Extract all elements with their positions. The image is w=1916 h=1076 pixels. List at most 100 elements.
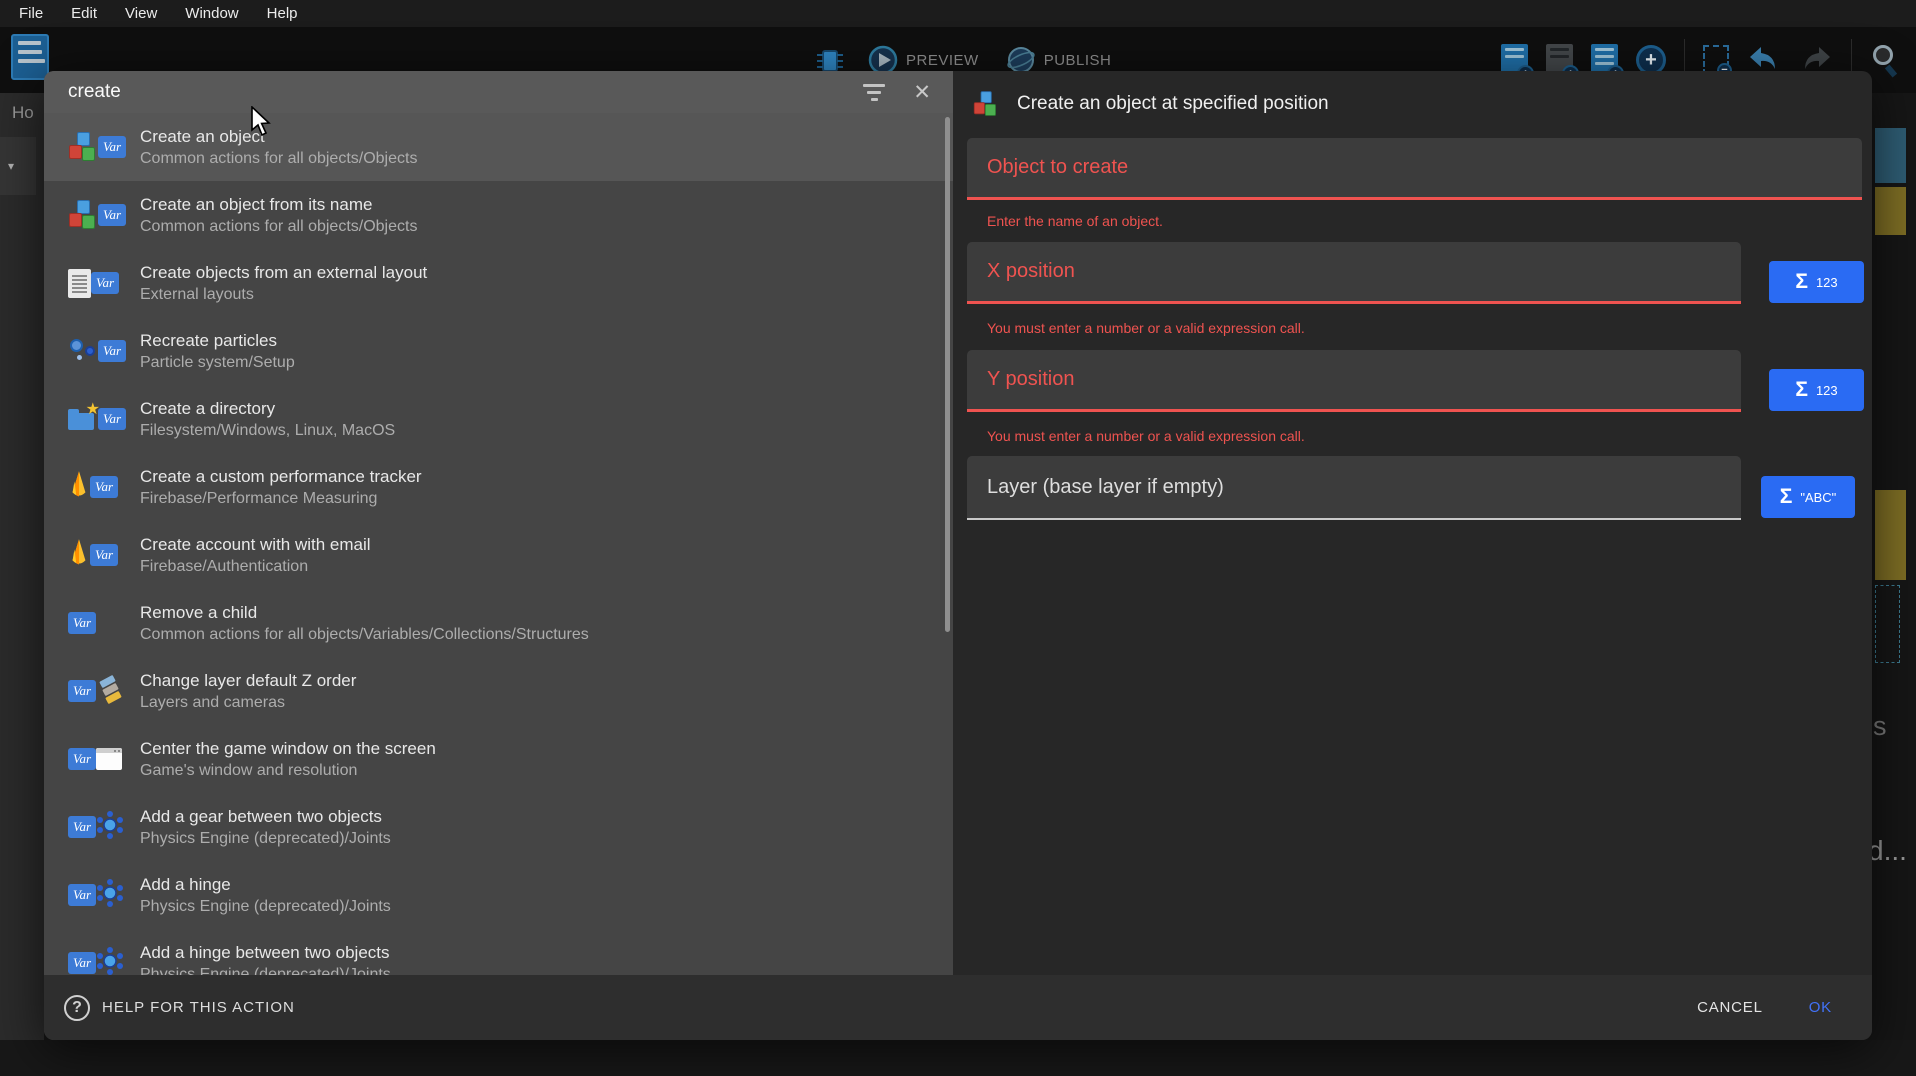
help-link[interactable]: ? HELP FOR THIS ACTION: [64, 995, 295, 1021]
action-list-item[interactable]: ★ Var Ad: [44, 793, 953, 861]
action-item-icon: ★ Var: [68, 200, 140, 230]
action-item-subtitle: Common actions for all objects/Objects: [140, 218, 417, 236]
physics-joint-icon: [96, 947, 124, 976]
action-item-subtitle: Firebase/Performance Measuring: [140, 490, 422, 508]
action-item-title: Center the game window on the screen: [140, 739, 436, 759]
action-list-item[interactable]: ★ Var Re: [44, 589, 953, 657]
action-item-icon: ★ Var: [68, 947, 140, 976]
action-item-subtitle: Physics Engine (deprecated)/Joints: [140, 966, 391, 976]
action-list-item[interactable]: ★ Var Ad: [44, 929, 953, 975]
action-item-title: Create an object: [140, 127, 417, 147]
action-item-subtitle: Game's window and resolution: [140, 762, 436, 780]
action-list-item[interactable]: ★ Var Cr: [44, 385, 953, 453]
action-results-list: ★ Var Cr: [44, 113, 953, 975]
help-icon: ?: [64, 995, 90, 1021]
background-left-panel: Ho ▾: [0, 93, 44, 1040]
action-item-icon: ★ Var: [68, 811, 140, 844]
cancel-button[interactable]: CANCEL: [1697, 999, 1763, 1016]
background-object-fragment: [1875, 187, 1906, 235]
action-list-item[interactable]: ★ Var Ad: [44, 861, 953, 929]
action-item-subtitle: External layouts: [140, 286, 427, 304]
action-item-title: Create a custom performance tracker: [140, 467, 422, 487]
filter-icon[interactable]: [863, 84, 885, 101]
background-scrollbar-fragment: [1875, 128, 1906, 183]
background-text-fragment: d...: [1868, 835, 1907, 867]
object-field-helper: Enter the name of an object.: [987, 213, 1163, 229]
ok-button[interactable]: OK: [1809, 999, 1832, 1016]
x-field-error: You must enter a number or a valid expre…: [987, 320, 1305, 336]
action-item-title: Add a hinge: [140, 875, 391, 895]
menu-item[interactable]: Window: [171, 5, 252, 22]
close-icon[interactable]: ✕: [913, 82, 931, 103]
action-item-subtitle: Common actions for all objects/Objects: [140, 150, 417, 168]
x-expression-button[interactable]: Σ123: [1769, 261, 1864, 303]
action-list-item[interactable]: ★ Var Ce: [44, 725, 953, 793]
action-list-item[interactable]: ★ Var Cr: [44, 113, 953, 181]
menu-bar: FileEditViewWindowHelp: [0, 0, 1916, 27]
action-item-icon: ★ Var: [68, 405, 140, 433]
instruction-editor-dialog: create ✕ ★ Var: [44, 71, 1872, 1040]
menu-item[interactable]: Help: [253, 5, 312, 22]
action-list-item[interactable]: ★ Var Cr: [44, 521, 953, 589]
background-bottom-strip: [0, 1040, 1916, 1076]
physics-joint-icon: [96, 879, 124, 912]
search-icon[interactable]: [1870, 43, 1900, 77]
action-item-subtitle: Firebase/Authentication: [140, 558, 371, 576]
action-item-subtitle: Layers and cameras: [140, 694, 356, 712]
firebase-flame-icon: [68, 470, 90, 505]
action-search-pane: create ✕ ★ Var: [44, 71, 953, 1040]
menu-item[interactable]: View: [111, 5, 171, 22]
action-list-item[interactable]: ★ Var Cr: [44, 181, 953, 249]
action-item-title: Recreate particles: [140, 331, 295, 351]
y-position-field[interactable]: Y position: [967, 350, 1741, 412]
action-item-icon: ★ Var: [68, 132, 140, 162]
action-editor-pane: Create an object at specified position O…: [953, 71, 1872, 1040]
publish-label[interactable]: PUBLISH: [1044, 52, 1112, 69]
y-expression-button[interactable]: Σ123: [1769, 369, 1864, 411]
action-item-subtitle: Filesystem/Windows, Linux, MacOS: [140, 422, 395, 440]
object-to-create-field[interactable]: Object to create: [967, 138, 1862, 200]
action-list-item[interactable]: ★ Var Re: [44, 317, 953, 385]
home-tab-fragment: Ho: [12, 103, 34, 123]
background-right-strip: s d...: [1872, 93, 1916, 1040]
action-editor-title: Create an object at specified position: [1017, 93, 1329, 115]
action-list-item[interactable]: ★ Var Cr: [44, 453, 953, 521]
action-item-title: Create account with with email: [140, 535, 371, 555]
action-item-icon: ★ Var: [68, 676, 140, 706]
menu-item[interactable]: Edit: [57, 5, 111, 22]
x-position-field[interactable]: X position: [967, 242, 1741, 304]
search-input[interactable]: create: [68, 81, 121, 103]
action-item-subtitle: Physics Engine (deprecated)/Joints: [140, 830, 391, 848]
chevron-down-icon: ▾: [8, 159, 14, 173]
background-selection-fragment: [1875, 585, 1900, 663]
action-item-icon: ★ Var: [68, 336, 140, 366]
action-item-title: Create a directory: [140, 399, 395, 419]
layer-field[interactable]: Layer (base layer if empty): [967, 456, 1741, 520]
preview-label[interactable]: PREVIEW: [906, 52, 979, 69]
y-field-error: You must enter a number or a valid expre…: [987, 428, 1305, 444]
action-item-title: Remove a child: [140, 603, 589, 623]
action-item-icon: ★ Var: [68, 538, 140, 573]
action-item-subtitle: Physics Engine (deprecated)/Joints: [140, 898, 391, 916]
action-item-subtitle: Common actions for all objects/Variables…: [140, 626, 589, 644]
action-item-icon: ★ Var: [68, 470, 140, 505]
action-item-title: Create an object from its name: [140, 195, 417, 215]
background-object-fragment: [1875, 490, 1906, 580]
action-item-title: Change layer default Z order: [140, 671, 356, 691]
search-header: create ✕: [44, 71, 953, 113]
objects-icon: [973, 91, 999, 117]
action-list-item[interactable]: ★ Var Cr: [44, 249, 953, 317]
action-item-title: Create objects from an external layout: [140, 263, 427, 283]
background-dropdown-fragment: ▾: [0, 137, 36, 195]
list-scrollbar[interactable]: [945, 117, 950, 632]
menu-item[interactable]: File: [5, 5, 57, 22]
action-item-icon: ★ Var: [68, 879, 140, 912]
physics-joint-icon: [96, 811, 124, 844]
action-list-item[interactable]: ★ Var Ch: [44, 657, 953, 725]
action-item-title: Add a hinge between two objects: [140, 943, 391, 963]
action-item-icon: ★ Var: [68, 612, 140, 634]
background-text-fragment: s: [1873, 711, 1887, 742]
dialog-footer: ? HELP FOR THIS ACTION CANCEL OK: [44, 975, 1872, 1040]
firebase-flame-icon: [68, 538, 90, 573]
layer-expression-button[interactable]: Σ"ABC": [1761, 476, 1855, 518]
